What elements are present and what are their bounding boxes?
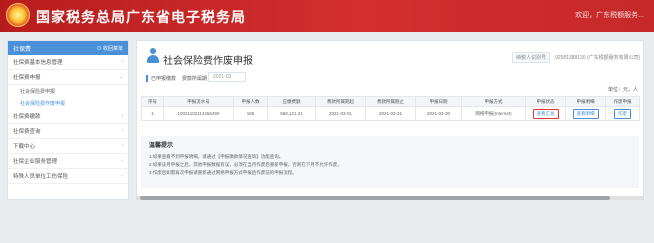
view-summary-button[interactable]: 查看汇总 (532, 108, 559, 119)
col-method: 申报方式 (461, 96, 526, 107)
taxpayer-id-value: 92581388130 (广东税额服务有限公司) (555, 55, 641, 61)
sidebar-header: 社保费 ⊙ 收回菜单 (8, 41, 128, 55)
welcome-user[interactable]: 欢迎，广东税额服务... (575, 10, 644, 20)
declaration-table: 序号 申报流水号 申报人数 应缴费额 费款所属期起 费款所属期止 申报日期 申报… (141, 96, 640, 121)
col-status: 申报状态 (525, 96, 566, 107)
person-icon (146, 48, 160, 64)
sidebar-subitem-insurance-declare[interactable]: 社会保险费申报 (8, 85, 128, 97)
cell-detail: 查看明细 (565, 106, 606, 121)
cell-period-end: 2021-03-31 (365, 106, 416, 121)
tips-title: 温馨提示 (149, 143, 174, 149)
col-declare-date: 申报日期 (415, 96, 462, 107)
tip-line: 2.如果该月申报之后，其他申报数据有误，必须在当月作废后重新申报，否则在下月不允… (149, 162, 342, 167)
filter-row: 已申报缴款 费款所属期 (146, 73, 213, 83)
page-title: 社会保险费作废申报 (163, 56, 253, 67)
cell-period-start: 2021-03-01 (315, 106, 366, 121)
col-period-start: 费款所属期起 (315, 96, 366, 107)
sidebar-item-query[interactable]: 社保费查询 › (8, 124, 128, 139)
col-detail: 申报明细 (565, 96, 606, 107)
col-people: 申报人数 (233, 96, 268, 107)
cell-method: 网络申报(Internet) (461, 106, 526, 121)
tips-box: 温馨提示 1.如果查看不到申报明细，请通过【申报缴款情况查询】功能查询。 2.如… (141, 136, 639, 188)
col-period-end: 费款所属期止 (365, 96, 416, 107)
sidebar-subitem-void-declare[interactable]: 社会保险费作废申报 (8, 97, 128, 109)
sidebar-item-enterprise-service[interactable]: 社保企业服务管理 › (8, 154, 128, 169)
declared-label: 已申报缴款 (146, 74, 176, 82)
tax-emblem-logo (6, 3, 30, 27)
sidebar: 社保费 ⊙ 收回菜单 社保费基本信息管理 › 社保费申报 ⌄ 社会保险费申报 社会保… (7, 40, 129, 200)
cell-serial: 10021102114456490 (163, 106, 234, 121)
col-index: 序号 (141, 96, 164, 107)
sidebar-item-download[interactable]: 下载中心 › (8, 139, 128, 154)
chevron-right-icon: › (121, 158, 123, 164)
taxpayer-id-label: 纳税人识别号 (512, 52, 550, 63)
cell-void: 作废 (605, 106, 640, 121)
sidebar-item-basic-info[interactable]: 社保费基本信息管理 › (8, 55, 128, 70)
site-title: 国家税务总局广东省电子税务局 (36, 9, 246, 25)
cell-amount: 568,121.21 (267, 106, 316, 121)
cell-declare-date: 2021-03-30 (415, 106, 462, 121)
cell-index: 1 (141, 106, 164, 121)
table-header-row: 序号 申报流水号 申报人数 应缴费额 费款所属期起 费款所属期止 申报日期 申报… (141, 96, 640, 107)
chevron-right-icon: › (121, 113, 123, 119)
horizontal-scrollbar-thumb[interactable] (140, 196, 610, 200)
cell-status: 查看汇总 (525, 106, 566, 121)
sidebar-item-declare[interactable]: 社保费申报 ⌄ (8, 70, 128, 85)
chevron-right-icon: › (121, 143, 123, 149)
unit-label: 单位：元，人 (608, 87, 639, 93)
chevron-right-icon: › (121, 173, 123, 179)
sidebar-item-injury-insurance[interactable]: 特殊人员单位工伤保险 › (8, 169, 128, 184)
chevron-down-icon: ⌄ (118, 74, 123, 80)
view-detail-button[interactable]: 查看明细 (572, 108, 599, 119)
sidebar-item-payment[interactable]: 社保费缴款 › (8, 109, 128, 124)
col-void: 作废申报 (605, 96, 640, 107)
sidebar-title: 社保费 (13, 46, 32, 53)
cell-people: 186 (233, 106, 268, 121)
table-row: 1 10021102114456490 186 568,121.21 2021-… (141, 106, 640, 121)
tip-line: 3.作废后如需再次申报请重新通过网络申报方式申报后作废前的申报流程。 (149, 170, 297, 175)
chevron-right-icon: › (121, 128, 123, 134)
period-select[interactable]: 2021-03 (208, 72, 246, 82)
collapse-menu-button[interactable]: ⊙ 收回菜单 (97, 45, 123, 52)
period-label: 费款所属期 (182, 75, 208, 82)
void-button[interactable]: 作废 (614, 108, 631, 119)
col-serial: 申报流水号 (163, 96, 234, 107)
tip-line: 1.如果查看不到申报明细，请通过【申报缴款情况查询】功能查询。 (149, 154, 284, 159)
col-amount: 应缴费额 (267, 96, 316, 107)
chevron-right-icon: › (121, 59, 123, 65)
